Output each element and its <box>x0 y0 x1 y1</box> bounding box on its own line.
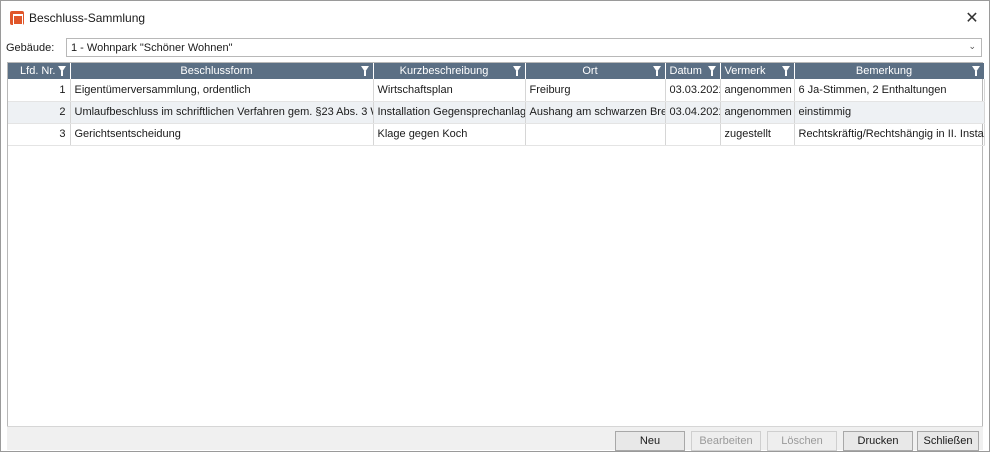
cell-ort: Freiburg <box>525 79 666 102</box>
cell-bemerkung: Rechtskräftig/Rechtshängig in II. Instan… <box>794 123 985 146</box>
resolutions-table: Lfd. Nr. Beschlussform Kurzbeschreibung … <box>8 63 985 146</box>
cell-bemerkung: einstimmig <box>794 101 985 124</box>
filter-icon[interactable] <box>57 66 66 76</box>
cell-kurzbeschreibung: Klage gegen Koch <box>373 123 526 146</box>
cell-kurzbeschreibung: Wirtschaftsplan <box>373 79 526 102</box>
cell-datum: 03.04.2021 <box>665 101 721 124</box>
filter-icon[interactable] <box>971 66 980 76</box>
column-header-vermerk[interactable]: Vermerk <box>720 63 795 79</box>
cell-vermerk: angenommen <box>720 79 795 102</box>
column-header-lfd-nr[interactable]: Lfd. Nr. <box>8 63 71 79</box>
close-button[interactable]: Schließen <box>917 431 979 451</box>
column-header-label: Ort <box>582 65 598 77</box>
chevron-down-icon: ⌄ <box>968 41 976 51</box>
cell-lfd-nr: 1 <box>8 79 71 102</box>
cell-ort: Aushang am schwarzen Brett <box>525 101 666 124</box>
column-header-beschlussform[interactable]: Beschlussform <box>70 63 374 79</box>
app-house-icon <box>10 11 24 25</box>
filter-icon[interactable] <box>707 66 716 76</box>
filter-icon[interactable] <box>652 66 661 76</box>
edit-button[interactable]: Bearbeiten <box>691 431 761 451</box>
column-header-label: Lfd. Nr. <box>20 65 56 77</box>
filter-icon[interactable] <box>781 66 790 76</box>
cell-bemerkung: 6 Ja-Stimmen, 2 Enthaltungen <box>794 79 985 102</box>
cell-lfd-nr: 3 <box>8 123 71 146</box>
close-icon[interactable]: ✕ <box>961 7 983 29</box>
table-row[interactable]: 1 Eigentümerversammlung, ordentlich Wirt… <box>8 79 985 102</box>
filter-icon[interactable] <box>360 66 369 76</box>
cell-lfd-nr: 2 <box>8 101 71 124</box>
table-row[interactable]: 3 Gerichtsentscheidung Klage gegen Koch … <box>8 123 985 146</box>
building-select[interactable]: 1 - Wohnpark "Schöner Wohnen" ⌄ <box>66 38 982 57</box>
column-header-bemerkung[interactable]: Bemerkung <box>794 63 985 79</box>
table-row[interactable]: 2 Umlaufbeschluss im schriftlichen Verfa… <box>8 101 985 124</box>
column-header-label: Bemerkung <box>855 65 913 77</box>
column-header-label: Vermerk <box>724 65 766 77</box>
column-header-datum[interactable]: Datum <box>665 63 721 79</box>
button-bar: Neu Bearbeiten Löschen Drucken Schließen <box>7 426 983 451</box>
cell-beschlussform: Eigentümerversammlung, ordentlich <box>70 79 374 102</box>
window-title: Beschluss-Sammlung <box>29 11 146 25</box>
column-header-label: Kurzbeschreibung <box>399 65 489 77</box>
resolutions-grid: Lfd. Nr. Beschlussform Kurzbeschreibung … <box>7 62 985 428</box>
dialog-window: Beschluss-Sammlung ✕ Gebäude: 1 - Wohnpa… <box>0 0 990 452</box>
cell-vermerk: zugestellt <box>720 123 795 146</box>
cell-ort <box>525 123 666 146</box>
cell-datum <box>665 123 721 146</box>
column-header-label: Beschlussform <box>180 65 253 77</box>
cell-beschlussform: Umlaufbeschluss im schriftlichen Verfahr… <box>70 101 374 124</box>
building-label: Gebäude: <box>6 42 55 54</box>
new-button[interactable]: Neu <box>615 431 685 451</box>
cell-datum: 03.03.2021 <box>665 79 721 102</box>
cell-vermerk: angenommen <box>720 101 795 124</box>
title-bar: Beschluss-Sammlung ✕ <box>1 1 989 34</box>
filter-icon[interactable] <box>512 66 521 76</box>
column-header-kurzbeschreibung[interactable]: Kurzbeschreibung <box>373 63 526 79</box>
cell-kurzbeschreibung: Installation Gegensprechanlage <box>373 101 526 124</box>
building-filter-row: Gebäude: 1 - Wohnpark "Schöner Wohnen" ⌄ <box>1 34 989 60</box>
cell-beschlussform: Gerichtsentscheidung <box>70 123 374 146</box>
delete-button[interactable]: Löschen <box>767 431 837 451</box>
building-select-value: 1 - Wohnpark "Schöner Wohnen" <box>71 42 233 54</box>
column-header-ort[interactable]: Ort <box>525 63 666 79</box>
table-header-row: Lfd. Nr. Beschlussform Kurzbeschreibung … <box>8 63 985 79</box>
print-button[interactable]: Drucken <box>843 431 913 451</box>
column-header-label: Datum <box>669 65 702 77</box>
